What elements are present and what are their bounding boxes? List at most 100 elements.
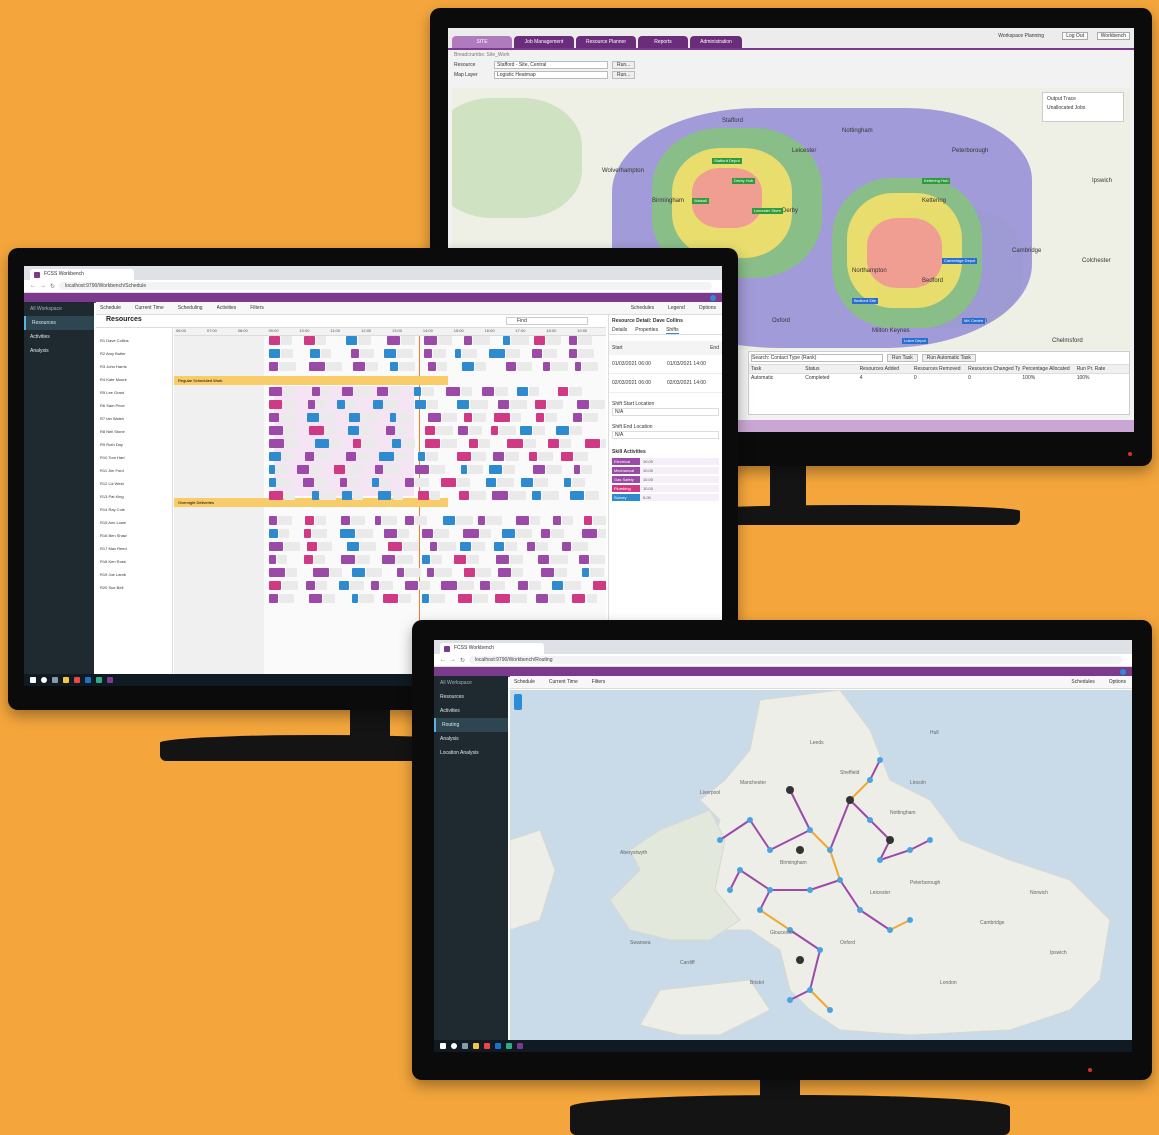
activity-bar[interactable] bbox=[472, 336, 491, 345]
activity-bar[interactable] bbox=[345, 336, 358, 345]
activity-bar[interactable] bbox=[397, 413, 411, 422]
zoom-control[interactable] bbox=[514, 694, 522, 710]
activity-bar[interactable] bbox=[351, 516, 366, 525]
route-stop-node[interactable] bbox=[807, 987, 813, 993]
activity-bar[interactable] bbox=[506, 439, 523, 448]
skill-row[interactable]: Gas Safety 10.00 bbox=[612, 476, 719, 483]
activity-bar[interactable] bbox=[504, 542, 517, 551]
activity-bar[interactable] bbox=[481, 387, 495, 396]
logout-button[interactable]: Log Out bbox=[1062, 32, 1088, 40]
activity-bar[interactable] bbox=[435, 568, 452, 577]
activity-bar[interactable] bbox=[585, 491, 599, 500]
activity-bar[interactable] bbox=[462, 349, 478, 358]
activity-bar[interactable] bbox=[276, 465, 290, 474]
toolbar-schedule[interactable]: Schedule bbox=[100, 305, 121, 311]
activity-bar[interactable] bbox=[385, 426, 396, 435]
activity-bar[interactable] bbox=[396, 349, 413, 358]
activity-bar[interactable] bbox=[585, 439, 600, 448]
activity-bar[interactable] bbox=[457, 478, 471, 487]
activity-bar[interactable] bbox=[570, 426, 583, 435]
nav-item-activities[interactable]: Activities bbox=[24, 330, 94, 344]
activity-bar[interactable] bbox=[475, 568, 492, 577]
activity-bar[interactable] bbox=[502, 465, 516, 474]
activity-bar[interactable] bbox=[283, 400, 296, 409]
activity-bar[interactable] bbox=[574, 452, 589, 461]
activity-bar[interactable] bbox=[573, 413, 583, 422]
map-pin[interactable]: Bedford Site bbox=[852, 298, 879, 304]
route-stop-node[interactable] bbox=[887, 927, 893, 933]
activity-bar[interactable] bbox=[427, 362, 437, 371]
activity-bar[interactable] bbox=[569, 491, 585, 500]
activity-bar[interactable] bbox=[534, 478, 548, 487]
activity-bar[interactable] bbox=[432, 349, 447, 358]
activity-bar[interactable] bbox=[352, 491, 363, 500]
activity-bar[interactable] bbox=[555, 426, 570, 435]
activity-bar[interactable] bbox=[581, 529, 598, 538]
activity-bar[interactable] bbox=[351, 594, 358, 603]
activity-bar[interactable] bbox=[374, 516, 381, 525]
tab-administration[interactable]: Administration bbox=[690, 36, 742, 48]
activity-bar[interactable] bbox=[511, 336, 530, 345]
nav-item-location-analysis[interactable]: Location Analysis bbox=[434, 746, 508, 760]
route-stop-node[interactable] bbox=[807, 887, 813, 893]
activity-bar[interactable] bbox=[414, 400, 426, 409]
activity-bar[interactable] bbox=[354, 387, 371, 396]
activity-bar[interactable] bbox=[426, 568, 435, 577]
activity-bar[interactable] bbox=[365, 362, 379, 371]
nav-item-resources[interactable]: Resources bbox=[24, 316, 94, 330]
activity-bar[interactable] bbox=[382, 555, 395, 564]
activity-bar[interactable] bbox=[307, 400, 315, 409]
route-stop-node[interactable] bbox=[907, 917, 913, 923]
activity-bar[interactable] bbox=[600, 439, 606, 448]
activity-bar[interactable] bbox=[510, 594, 528, 603]
activity-bar[interactable] bbox=[269, 478, 276, 487]
outlook-icon[interactable] bbox=[495, 1043, 501, 1049]
run-automatic-task-button[interactable]: Run Automatic Task bbox=[921, 354, 976, 362]
activity-bar[interactable] bbox=[339, 478, 347, 487]
depot-node[interactable] bbox=[786, 786, 794, 794]
map-pin[interactable]: Walsall bbox=[692, 198, 709, 204]
activity-bar[interactable] bbox=[424, 439, 440, 448]
activity-bar[interactable] bbox=[474, 362, 486, 371]
activity-bar[interactable] bbox=[509, 400, 527, 409]
reload-icon[interactable]: ↻ bbox=[460, 657, 465, 664]
activity-bar[interactable] bbox=[303, 555, 313, 564]
activity-bar[interactable] bbox=[582, 362, 598, 371]
activity-bar[interactable] bbox=[464, 568, 475, 577]
activity-bar[interactable] bbox=[320, 349, 332, 358]
column-header[interactable]: Status bbox=[803, 365, 857, 373]
activity-bar[interactable] bbox=[415, 478, 429, 487]
nav-item-activities[interactable]: Activities bbox=[434, 704, 508, 718]
activity-bar[interactable] bbox=[313, 568, 329, 577]
route-stop-node[interactable] bbox=[867, 777, 873, 783]
activity-bar[interactable] bbox=[560, 439, 572, 448]
depot-node[interactable] bbox=[796, 956, 804, 964]
activity-bar[interactable] bbox=[280, 413, 299, 422]
activity-bar[interactable] bbox=[418, 491, 429, 500]
explorer-icon[interactable] bbox=[473, 1043, 479, 1049]
activity-bar[interactable] bbox=[371, 478, 379, 487]
activity-bar[interactable] bbox=[414, 516, 427, 525]
activity-bar[interactable] bbox=[353, 362, 365, 371]
activity-bar[interactable] bbox=[494, 413, 511, 422]
field-value[interactable]: N/A bbox=[612, 431, 719, 439]
activity-bar[interactable] bbox=[427, 413, 441, 422]
activity-bar[interactable] bbox=[346, 400, 357, 409]
forward-icon[interactable]: → bbox=[40, 283, 46, 289]
activity-bar[interactable] bbox=[463, 336, 472, 345]
activity-bar[interactable] bbox=[309, 594, 323, 603]
activity-bar[interactable] bbox=[394, 452, 407, 461]
activity-bar[interactable] bbox=[490, 426, 498, 435]
column-header[interactable]: Resources Changed Type bbox=[966, 365, 1020, 373]
back-icon[interactable]: ← bbox=[440, 657, 446, 663]
activity-bar[interactable] bbox=[351, 568, 366, 577]
field-value[interactable]: N/A bbox=[612, 408, 719, 416]
activity-bar[interactable] bbox=[310, 465, 321, 474]
resource-row[interactable]: R16 Ben Shaw bbox=[100, 533, 127, 538]
activity-bar[interactable] bbox=[497, 568, 512, 577]
activity-bar[interactable] bbox=[384, 400, 399, 409]
tab-reports[interactable]: Reports bbox=[638, 36, 688, 48]
map-pin[interactable]: Luton Depot bbox=[902, 338, 928, 344]
activity-bar[interactable] bbox=[269, 594, 278, 603]
tab-job-management[interactable]: Job Management bbox=[514, 36, 574, 48]
